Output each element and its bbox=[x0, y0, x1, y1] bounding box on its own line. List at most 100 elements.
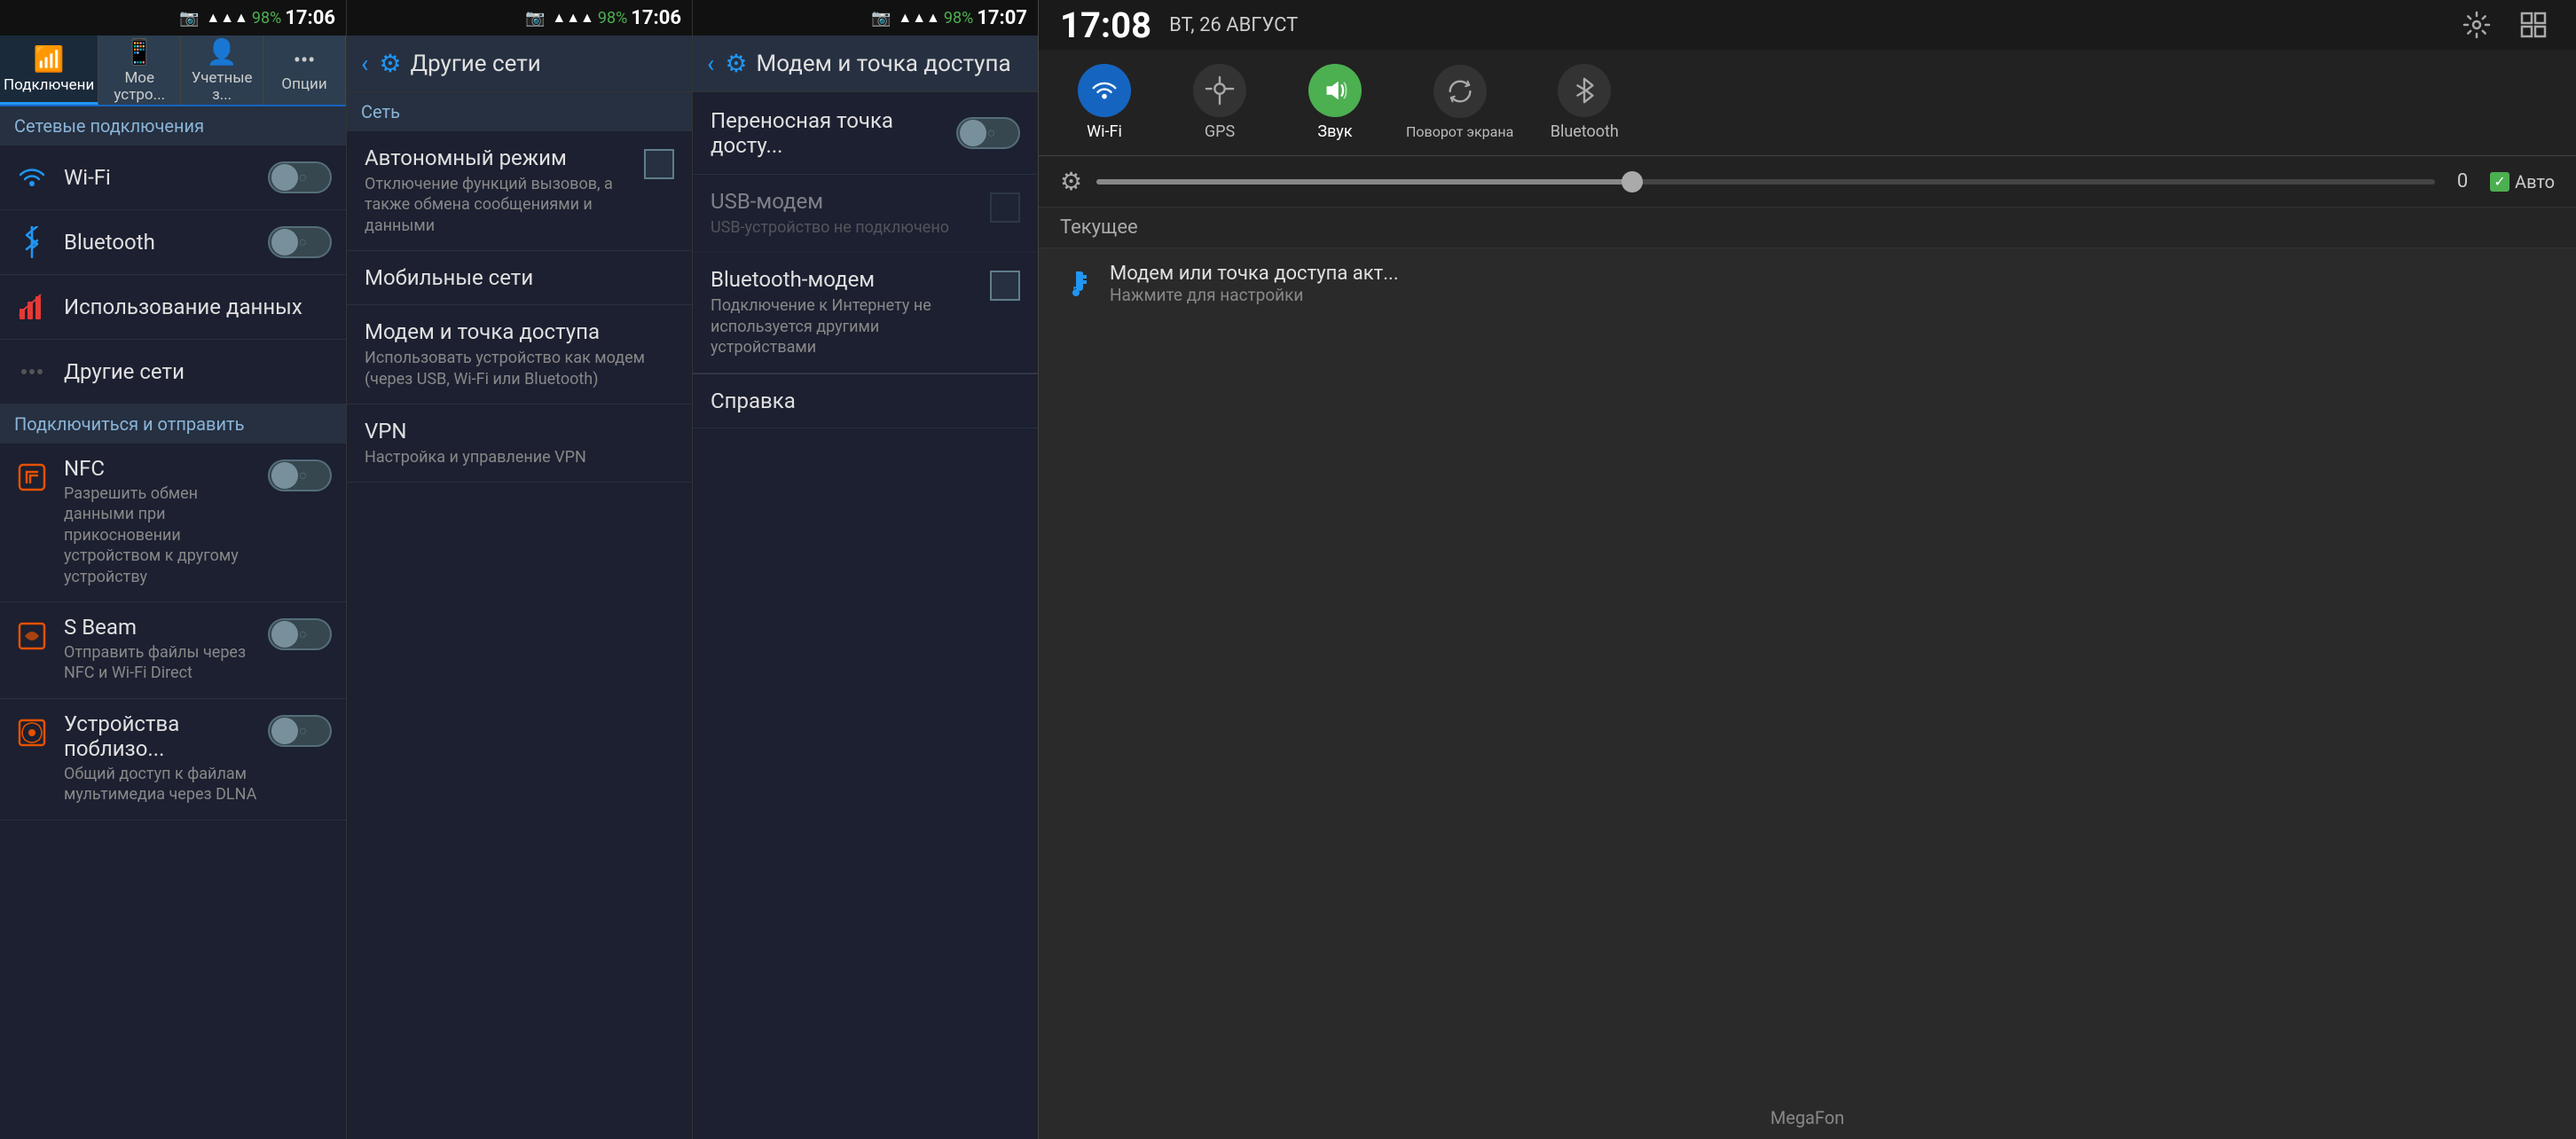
brightness-thumb bbox=[1622, 171, 1643, 192]
wifi-toggle-knob bbox=[271, 164, 298, 191]
qs-brightness-row: ⚙ 0 ✓ Авто bbox=[1039, 156, 2576, 208]
qs-status-bar: 17:08 ВТ, 26 АВГУСТ bbox=[1039, 0, 2576, 50]
wifi-icon bbox=[14, 160, 50, 195]
qs-tiles-row: Wi-Fi GPS Звук bbox=[1039, 50, 2576, 156]
airplane-row[interactable]: Автономный режим Отключение функций вызо… bbox=[347, 131, 692, 251]
tab-accounts[interactable]: 👤 Учетные з... bbox=[181, 35, 263, 105]
bluetooth-row[interactable]: Bluetooth ○ bbox=[0, 210, 346, 275]
tab-options[interactable]: ••• Опции bbox=[263, 35, 346, 105]
status-bar-3: 📷 ▲▲▲ 98% 17:07 bbox=[693, 0, 1038, 35]
airplane-checkbox[interactable] bbox=[644, 149, 674, 179]
wifi-text: Wi-Fi bbox=[64, 165, 268, 190]
panel-tethering: 📷 ▲▲▲ 98% 17:07 ‹ ⚙ Модем и точка доступ… bbox=[692, 0, 1038, 1139]
bluetooth-icon bbox=[14, 224, 50, 260]
time-display-1: 17:06 bbox=[285, 7, 335, 29]
bluetooth-text: Bluetooth bbox=[64, 230, 268, 255]
bt-modem-row[interactable]: Bluetooth-модем Подключение к Интернету … bbox=[693, 253, 1038, 373]
tethering-row[interactable]: Модем и точка доступа Использовать устро… bbox=[347, 305, 692, 405]
status-bar-1: 📷 ▲▲▲ 98% 17:06 bbox=[0, 0, 346, 35]
tab-connections[interactable]: 📶 Подключени bbox=[0, 35, 98, 105]
qs-gps-icon bbox=[1193, 64, 1246, 117]
panel-network-settings: 📷 ▲▲▲ 98% 17:06 📶 Подключени 📱 Мое устро… bbox=[0, 0, 346, 1139]
sbeam-toggle[interactable]: ○ bbox=[268, 618, 332, 650]
bt-modem-checkbox[interactable] bbox=[990, 271, 1020, 301]
usb-modem-row[interactable]: USB-модем USB-устройство не подключено bbox=[693, 175, 1038, 253]
nfc-toggle-knob bbox=[271, 462, 298, 489]
usb-tethering-icon bbox=[1060, 266, 1096, 302]
nearby-toggle[interactable]: ○ bbox=[268, 715, 332, 747]
bluetooth-toggle-knob bbox=[271, 229, 298, 255]
sbeam-icon bbox=[14, 618, 50, 654]
time-display-3: 17:07 bbox=[977, 7, 1027, 29]
brightness-track bbox=[1096, 179, 1632, 185]
section-header-connect: Подключиться и отправить bbox=[0, 405, 346, 444]
sbeam-text: S Beam Отправить файлы через NFC и Wi-Fi… bbox=[64, 615, 268, 684]
other-networks-row[interactable]: Другие сети bbox=[0, 340, 346, 405]
status-bar-2: 📷 ▲▲▲ 98% 17:06 bbox=[347, 0, 692, 35]
sbeam-toggle-knob bbox=[271, 621, 298, 648]
data-usage-row[interactable]: Использование данных bbox=[0, 275, 346, 340]
wifi-toggle[interactable]: ○ bbox=[268, 161, 332, 193]
help-row[interactable]: Справка bbox=[693, 373, 1038, 428]
nearby-text: Устройства поблизо... Общий доступ к фай… bbox=[64, 711, 268, 805]
qs-tile-gps[interactable]: GPS bbox=[1175, 64, 1264, 141]
qs-wifi-icon bbox=[1078, 64, 1131, 117]
accounts-icon: 👤 bbox=[207, 37, 238, 67]
tab-bar-1: 📶 Подключени 📱 Мое устро... 👤 Учетные з.… bbox=[0, 35, 346, 106]
nearby-row[interactable]: Устройства поблизо... Общий доступ к фай… bbox=[0, 699, 346, 821]
back-button-2[interactable]: ‹ bbox=[361, 49, 368, 78]
qs-current-label: Текущее bbox=[1039, 208, 2576, 248]
battery-text-2: 98% bbox=[598, 9, 627, 27]
settings-icon-btn[interactable] bbox=[2455, 4, 2498, 46]
wifi-row[interactable]: Wi-Fi ○ bbox=[0, 145, 346, 210]
qs-time: 17:08 bbox=[1060, 4, 1151, 46]
camera-icon-2: 📷 bbox=[525, 9, 545, 27]
nfc-row[interactable]: NFC Разрешить обмен данными при прикосно… bbox=[0, 444, 346, 602]
brightness-slider[interactable] bbox=[1096, 179, 2435, 185]
qs-auto-check: ✓ bbox=[2490, 172, 2509, 192]
battery-text: 98% bbox=[252, 9, 281, 27]
connections-icon: 📶 bbox=[34, 44, 65, 74]
page-header-3: ‹ ⚙ Модем и точка доступа bbox=[693, 35, 1038, 92]
qs-notification[interactable]: Модем или точка доступа акт... Нажмите д… bbox=[1039, 248, 2576, 319]
portable-hotspot-row[interactable]: Переносная точка досту... ○ bbox=[693, 92, 1038, 175]
vpn-row[interactable]: VPN Настройка и управление VPN bbox=[347, 405, 692, 483]
nfc-text: NFC Разрешить обмен данными при прикосно… bbox=[64, 456, 268, 587]
brightness-value: 0 bbox=[2449, 170, 2476, 192]
other-networks-icon bbox=[14, 354, 50, 389]
bluetooth-toggle[interactable]: ○ bbox=[268, 226, 332, 258]
qs-tile-wifi[interactable]: Wi-Fi bbox=[1060, 64, 1149, 141]
qs-bluetooth-icon bbox=[1558, 64, 1611, 117]
data-usage-text: Использование данных bbox=[64, 295, 332, 319]
panel-quick-settings: 17:08 ВТ, 26 АВГУСТ bbox=[1038, 0, 2576, 1139]
qs-sound-icon bbox=[1308, 64, 1362, 117]
qs-tile-sound[interactable]: Звук bbox=[1291, 64, 1379, 141]
camera-icon: 📷 bbox=[179, 9, 199, 27]
sbeam-row[interactable]: S Beam Отправить файлы через NFC и Wi-Fi… bbox=[0, 602, 346, 699]
signal-icon: ▲▲▲ bbox=[206, 9, 248, 27]
options-icon: ••• bbox=[294, 48, 315, 73]
other-networks-text: Другие сети bbox=[64, 359, 332, 384]
nearby-toggle-knob bbox=[271, 718, 298, 744]
grid-icon-btn[interactable] bbox=[2512, 4, 2555, 46]
panel-other-networks: 📷 ▲▲▲ 98% 17:06 ‹ ⚙ Другие сети Сеть Авт… bbox=[346, 0, 692, 1139]
qs-tile-bluetooth[interactable]: Bluetooth bbox=[1540, 64, 1629, 141]
mobile-networks-row[interactable]: Мобильные сети bbox=[347, 251, 692, 305]
usb-modem-checkbox[interactable] bbox=[990, 192, 1020, 223]
hotspot-toggle-knob bbox=[960, 120, 986, 146]
gear-icon-2: ⚙ bbox=[379, 49, 401, 78]
qs-date: ВТ, 26 АВГУСТ bbox=[1169, 14, 2455, 36]
signal-icon-3: ▲▲▲ bbox=[898, 9, 940, 27]
section-header-network-2: Сеть bbox=[347, 92, 692, 131]
hotspot-text: Переносная точка досту... bbox=[711, 108, 956, 158]
back-button-3[interactable]: ‹ bbox=[707, 49, 714, 78]
hotspot-toggle[interactable]: ○ bbox=[956, 117, 1020, 149]
brightness-gear-icon[interactable]: ⚙ bbox=[1060, 167, 1082, 196]
qs-notif-text: Модем или точка доступа акт... Нажмите д… bbox=[1110, 263, 1399, 305]
page-header-2: ‹ ⚙ Другие сети bbox=[347, 35, 692, 92]
qs-tile-rotate[interactable]: Поворот экрана bbox=[1406, 65, 1513, 140]
tab-my-device[interactable]: 📱 Мое устро... bbox=[98, 35, 181, 105]
nfc-toggle[interactable]: ○ bbox=[268, 460, 332, 491]
nfc-icon bbox=[14, 460, 50, 495]
gear-icon-3: ⚙ bbox=[725, 49, 747, 78]
